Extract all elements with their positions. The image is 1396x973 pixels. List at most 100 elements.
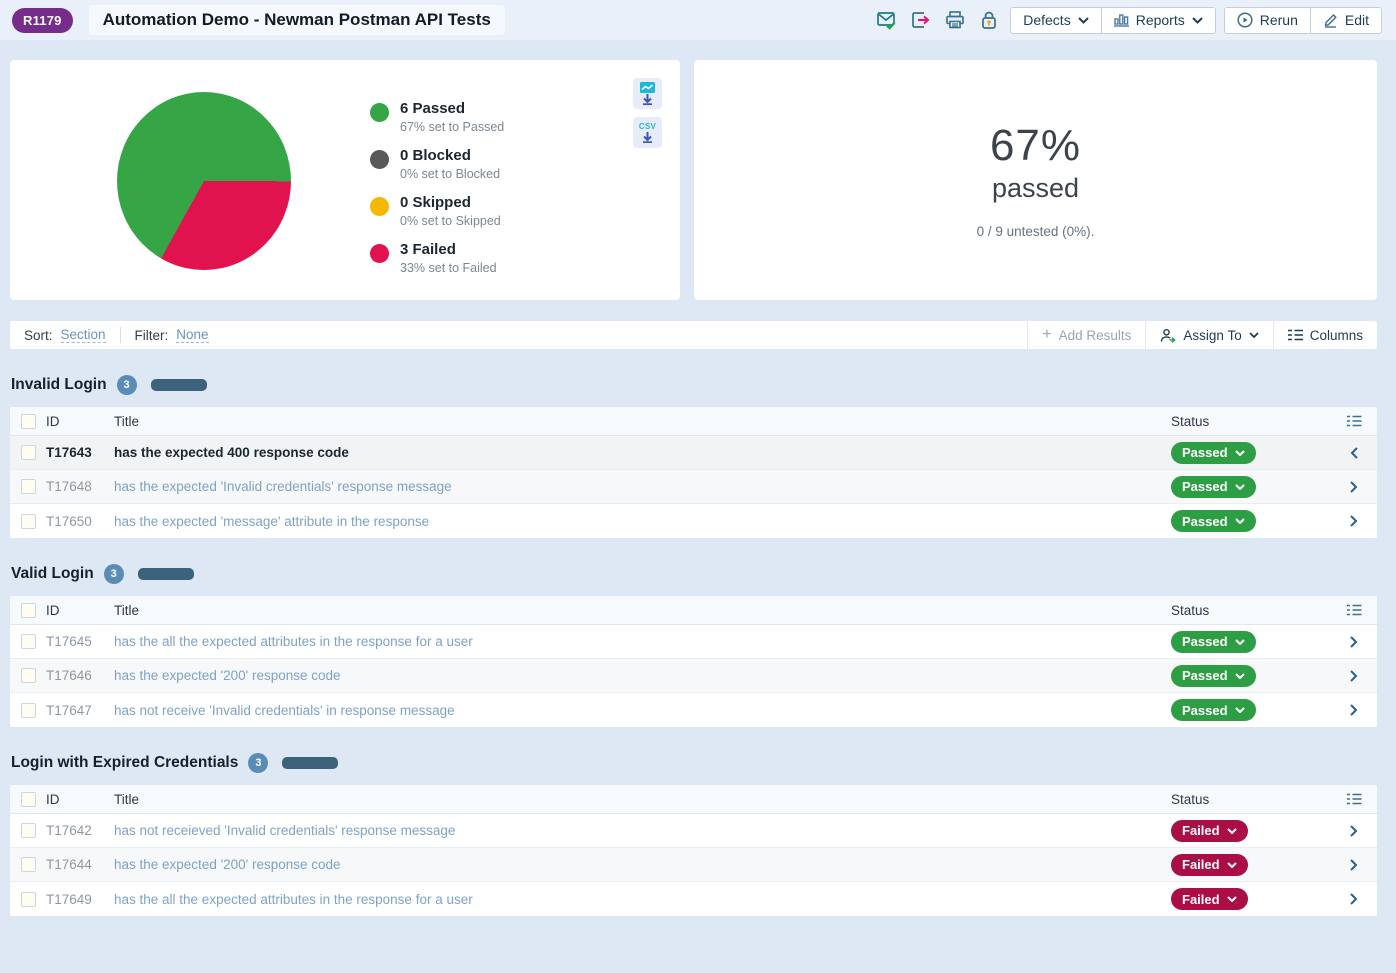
table-row[interactable]: T17644 has the expected '200' response c… <box>10 848 1377 882</box>
test-id: T17643 <box>46 445 92 460</box>
select-all-checkbox[interactable] <box>21 413 36 429</box>
table-row[interactable]: T17649 has the all the expected attribut… <box>10 882 1377 916</box>
table-row[interactable]: T17647 has not receive 'Invalid credenti… <box>10 693 1377 727</box>
section-progress-bar <box>137 568 194 580</box>
csv-label: CSV <box>638 122 657 131</box>
test-id: T17646 <box>46 668 92 683</box>
test-title-link[interactable]: has the all the expected attributes in t… <box>114 634 1171 649</box>
status-badge[interactable]: Passed <box>1171 510 1256 532</box>
test-title-link[interactable]: has the expected 'message' attribute in … <box>114 514 1171 529</box>
section-title: Valid Login <box>11 565 94 582</box>
test-id: T17647 <box>46 702 92 718</box>
section-count-badge: 3 <box>103 564 124 584</box>
status-badge[interactable]: Passed <box>1171 441 1256 464</box>
chevron-down-icon <box>1234 707 1245 713</box>
edit-button[interactable]: Edit <box>1310 6 1382 34</box>
test-id: T17650 <box>46 513 92 529</box>
col-title: Title <box>114 413 140 429</box>
blocked-dot <box>370 150 389 169</box>
status-badge[interactable]: Passed <box>1171 475 1256 498</box>
chevron-down-icon <box>1234 449 1245 456</box>
status-badge[interactable]: Failed <box>1171 888 1248 910</box>
expand-row-icon[interactable] <box>1331 669 1377 682</box>
expand-row-icon[interactable] <box>1331 858 1377 871</box>
assign-to-button[interactable]: Assign To <box>1145 321 1272 349</box>
reports-button[interactable]: Reports <box>1101 6 1216 34</box>
print-icon[interactable] <box>942 7 968 33</box>
table-row[interactable]: T17643 has the expected 400 response cod… <box>10 436 1377 470</box>
expand-row-icon[interactable] <box>1331 893 1377 905</box>
status-badge[interactable]: Passed <box>1171 664 1256 687</box>
test-id: T17642 <box>46 823 92 838</box>
expand-row-icon[interactable] <box>1331 515 1377 527</box>
col-title: Title <box>114 602 140 618</box>
chevron-down-icon <box>1226 896 1237 902</box>
column-settings-icon[interactable] <box>1331 793 1377 805</box>
select-all-checkbox[interactable] <box>21 791 36 807</box>
row-checkbox[interactable] <box>21 634 36 649</box>
table-row[interactable]: T17648 has the expected 'Invalid credent… <box>10 470 1377 504</box>
test-table: ID Title Status T17643 has the expected … <box>10 407 1377 538</box>
select-all-checkbox[interactable] <box>21 602 36 618</box>
expand-row-icon[interactable] <box>1331 704 1377 716</box>
add-results-button[interactable]: + Add Results <box>1027 321 1145 349</box>
chevron-down-icon <box>1226 861 1237 868</box>
filter-value-link[interactable]: None <box>176 327 209 343</box>
email-notify-icon[interactable] <box>874 7 900 33</box>
row-checkbox[interactable] <box>21 891 36 907</box>
test-title-link[interactable]: has not receieved 'Invalid credentials' … <box>114 823 1171 838</box>
column-settings-icon[interactable] <box>1331 415 1377 427</box>
section-progress-bar <box>150 379 207 391</box>
table-header: ID Title Status <box>10 785 1377 814</box>
row-checkbox[interactable] <box>21 823 36 838</box>
summary-cards: 6 Passed 67% set to Passed 0 Blocked 0% … <box>10 60 1377 300</box>
defects-button[interactable]: Defects <box>1010 6 1102 34</box>
pie-chart <box>117 92 291 270</box>
pass-rate-percent: 67% <box>989 121 1082 170</box>
expand-row-icon[interactable] <box>1331 635 1377 648</box>
table-row[interactable]: T17650 has the expected 'message' attrib… <box>10 504 1377 538</box>
test-title-link[interactable]: has the expected '200' response code <box>114 857 1171 872</box>
rerun-button-label: Rerun <box>1259 12 1298 28</box>
download-csv-button[interactable]: CSV <box>633 117 662 148</box>
export-forward-icon[interactable] <box>908 7 934 33</box>
rerun-button[interactable]: Rerun <box>1223 6 1311 34</box>
failed-dot <box>370 244 389 263</box>
chevron-down-icon <box>1077 16 1089 24</box>
status-badge[interactable]: Passed <box>1171 630 1256 653</box>
row-checkbox[interactable] <box>21 479 36 494</box>
defects-button-label: Defects <box>1023 12 1071 28</box>
status-badge[interactable]: Failed <box>1171 853 1248 876</box>
table-row[interactable]: T17646 has the expected '200' response c… <box>10 659 1377 693</box>
legend-skipped-count: 0 Skipped <box>400 194 471 211</box>
download-chart-button[interactable] <box>633 78 662 109</box>
test-title-link[interactable]: has not receive 'Invalid credentials' in… <box>114 703 1171 718</box>
column-settings-icon[interactable] <box>1331 604 1377 616</box>
test-id: T17644 <box>46 857 92 872</box>
test-title-link[interactable]: has the expected 400 response code <box>114 445 1171 460</box>
row-checkbox[interactable] <box>21 513 36 529</box>
expand-row-icon[interactable] <box>1331 824 1377 837</box>
status-badge[interactable]: Passed <box>1171 699 1256 721</box>
filter-label: Filter: <box>134 327 169 343</box>
row-checkbox[interactable] <box>21 445 36 460</box>
pass-rate-label: passed <box>991 173 1080 203</box>
row-checkbox[interactable] <box>21 702 36 718</box>
test-title-link[interactable]: has the expected '200' response code <box>114 668 1171 683</box>
test-table: ID Title Status T17642 has not receieved… <box>10 785 1377 916</box>
expand-row-icon[interactable] <box>1331 480 1377 493</box>
test-title-link[interactable]: has the expected 'Invalid credentials' r… <box>114 479 1171 494</box>
table-row[interactable]: T17642 has not receieved 'Invalid creden… <box>10 814 1377 848</box>
lock-icon[interactable] <box>976 7 1002 33</box>
columns-button[interactable]: Columns <box>1272 321 1377 349</box>
table-row[interactable]: T17645 has the all the expected attribut… <box>10 625 1377 659</box>
chart-legend: 6 Passed 67% set to Passed 0 Blocked 0% … <box>370 100 504 288</box>
test-title-link[interactable]: has the all the expected attributes in t… <box>114 892 1171 907</box>
legend-failed-count: 3 Failed <box>400 241 456 258</box>
row-checkbox[interactable] <box>21 857 36 872</box>
status-badge[interactable]: Failed <box>1171 819 1248 842</box>
row-checkbox[interactable] <box>21 668 36 683</box>
col-title: Title <box>114 791 140 807</box>
collapse-row-icon[interactable] <box>1331 446 1377 459</box>
sort-value-link[interactable]: Section <box>60 327 106 343</box>
